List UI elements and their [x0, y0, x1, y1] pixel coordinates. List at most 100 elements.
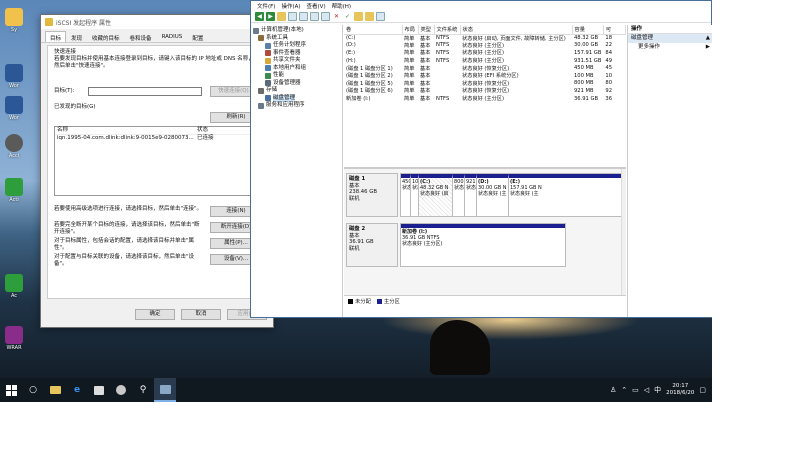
table-row[interactable]: (C:) 简单 基本 NTFS 状态良好 (启动, 页面文件, 故障转储, 主分区) 48…	[344, 34, 626, 42]
storage-icon	[258, 87, 264, 94]
settings-icon[interactable]	[376, 12, 385, 21]
tree-item-system-tools[interactable]: 系统工具	[253, 35, 340, 43]
back-icon[interactable]: ◀	[255, 12, 264, 21]
partition[interactable]: 450 M 状态良	[401, 174, 411, 216]
app-icon	[5, 178, 23, 196]
delete-icon[interactable]: ✕	[332, 12, 341, 21]
up-folder-icon[interactable]	[277, 12, 286, 21]
folder-open-icon[interactable]	[354, 12, 363, 21]
start-button[interactable]	[0, 378, 22, 402]
table-row[interactable]: (磁盘 1 磁盘分区 1) 简单 基本 状态良好 (恢复分区) 450 MB 45	[344, 64, 626, 72]
partition-e[interactable]: (E:) 157.91 GB N 状态良好 (主	[509, 174, 623, 216]
column-capacity[interactable]: 容量	[572, 25, 604, 35]
column-free[interactable]: 可	[603, 25, 626, 35]
tab-discovery[interactable]: 发现	[66, 31, 87, 42]
tab-favorite-targets[interactable]: 收藏的目标	[87, 31, 125, 42]
search-app-taskbar-button[interactable]: ⚲	[132, 378, 154, 402]
disk-status: 联机	[349, 245, 360, 252]
store-taskbar-button[interactable]	[88, 378, 110, 402]
chevron-up-icon[interactable]: ⌃	[621, 386, 627, 394]
tree-item-computer-management[interactable]: 计算机管理(本地)	[253, 27, 340, 35]
table-row[interactable]: (磁盘 1 磁盘分区 2) 简单 基本 状态良好 (EFI 系统分区) 100 MB 10	[344, 72, 626, 80]
computer-management-taskbar-button[interactable]	[154, 378, 176, 402]
column-filesystem[interactable]: 文件系统	[434, 25, 461, 35]
tree-item-storage[interactable]: 存储	[253, 87, 340, 95]
dialog-titlebar[interactable]: iSCSI 发起程序 属性	[41, 15, 273, 29]
tree-item-device-manager[interactable]: 设备管理器	[253, 80, 340, 88]
column-layout[interactable]: 布局	[402, 25, 419, 35]
menu-action[interactable]: 操作(A)	[281, 2, 300, 10]
help-icon[interactable]	[310, 12, 319, 21]
column-type[interactable]: 类型	[418, 25, 435, 35]
column-status[interactable]: 状态	[460, 25, 573, 35]
user-icon[interactable]: ♙	[610, 386, 616, 394]
desktop-icon[interactable]: Wor	[2, 96, 26, 121]
desktop-icon[interactable]: Wor	[2, 64, 26, 89]
edge-taskbar-button[interactable]: e	[66, 378, 88, 402]
disk-info[interactable]: 磁盘 2 基本 36.91 GB 联机	[346, 223, 398, 267]
app-taskbar-button[interactable]	[110, 378, 132, 402]
desktop-icon[interactable]: Sy	[2, 8, 26, 33]
table-row[interactable]: (H:) 简单 基本 NTFS 状态良好 (主分区) 931.51 GB 49	[344, 57, 626, 65]
ok-button[interactable]: 确定	[135, 309, 175, 320]
quick-connect-description: 若要发现目标并使用基本连接登录到目标，请键入该目标的 IP 地址或 DNS 名称…	[54, 56, 254, 69]
tree-item-event-viewer[interactable]: 事件查看器	[253, 50, 340, 58]
layout-cell: 简单	[404, 58, 415, 65]
menu-file[interactable]: 文件(F)	[257, 2, 275, 10]
clock[interactable]: 20:17 2018/6/20	[666, 383, 694, 397]
network-icon[interactable]: ▭	[632, 386, 639, 394]
tab-radius[interactable]: RADIUS	[157, 31, 188, 42]
discovered-targets-list[interactable]: 名称 状态 iqn.1995-04.com.dlink:dlink:9-0015…	[54, 126, 262, 196]
partition-i[interactable]: 新加卷 (I:) 36.91 GB NTFS 状态良好 (主分区)	[401, 224, 565, 266]
disk-view-scrollbar[interactable]	[621, 169, 626, 295]
table-row[interactable]: (磁盘 1 磁盘分区 6) 简单 基本 状态良好 (恢复分区) 921 MB 92	[344, 87, 626, 95]
file-explorer-taskbar-button[interactable]	[44, 378, 66, 402]
actions-disk-management[interactable]: 磁盘管理 ▲	[628, 34, 712, 43]
partition-d[interactable]: (D:) 30.00 GB N 状态良好 (主	[477, 174, 509, 216]
tab-targets[interactable]: 目标	[45, 31, 67, 42]
desktop-icon[interactable]: Acti	[2, 178, 26, 203]
cancel-button[interactable]: 取消	[181, 309, 221, 320]
tree-item-task-scheduler[interactable]: 任务计划程序	[253, 42, 340, 50]
volume-icon[interactable]: ◁	[644, 386, 649, 394]
show-tree-icon[interactable]	[288, 12, 297, 21]
tab-configuration[interactable]: 配置	[187, 31, 208, 42]
tab-volumes-devices[interactable]: 卷和设备	[125, 31, 157, 42]
desktop-icon[interactable]: Ac	[2, 274, 26, 299]
partition[interactable]: 921 M 状态良	[465, 174, 477, 216]
partition[interactable]: 800 M 状态良	[453, 174, 465, 216]
tree-item-shared-folders[interactable]: 共享文件夹	[253, 57, 340, 65]
search-taskbar-button[interactable]: ○	[22, 378, 44, 402]
partition-c[interactable]: (C:) 48.32 GB N 状态良好 (启	[419, 174, 453, 216]
disk-info[interactable]: 磁盘 1 基本 238.46 GB 联机	[346, 173, 398, 217]
table-row[interactable]: (E:) 简单 基本 NTFS 状态良好 (主分区) 157.91 GB 84	[344, 49, 626, 57]
desktop-icon[interactable]: WRAR	[2, 326, 26, 351]
tree-item-services-apps[interactable]: 服务和应用程序	[253, 102, 340, 110]
volume-cell: (磁盘 1 磁盘分区 5)	[346, 80, 393, 87]
table-row[interactable]: (磁盘 1 磁盘分区 5) 简单 基本 状态良好 (恢复分区) 800 MB 80	[344, 80, 626, 88]
column-name[interactable]: 名称	[55, 127, 195, 134]
tree-item-performance[interactable]: 性能	[253, 72, 340, 80]
tree-item-local-users[interactable]: 本地用户和组	[253, 65, 340, 73]
table-row[interactable]: 新加卷 (I:) 简单 基本 NTFS 状态良好 (主分区) 36.91 GB 36	[344, 95, 626, 103]
properties-icon[interactable]	[299, 12, 308, 21]
list-item[interactable]: iqn.1995-04.com.dlink:dlink:9-0015e9-028…	[55, 135, 261, 143]
ime-icon[interactable]: 中	[654, 385, 661, 395]
search-icon[interactable]	[365, 12, 374, 21]
menu-help[interactable]: 帮助(H)	[332, 2, 351, 10]
notification-icon[interactable]: ▢	[699, 386, 706, 394]
app-icon	[5, 134, 23, 152]
tree-item-disk-management[interactable]: 磁盘管理	[253, 94, 340, 102]
list-view-icon[interactable]	[321, 12, 330, 21]
table-row[interactable]: (D:) 简单 基本 NTFS 状态良好 (主分区) 30.00 GB 22	[344, 42, 626, 50]
partition[interactable]: 100 状态	[411, 174, 419, 216]
column-volume[interactable]: 卷	[344, 25, 403, 35]
actions-more[interactable]: 更多操作 ▶	[628, 43, 712, 52]
collapse-icon[interactable]: ▲	[706, 34, 710, 43]
target-input[interactable]	[88, 87, 202, 96]
menu-view[interactable]: 查看(V)	[307, 2, 326, 10]
check-icon[interactable]: ✓	[343, 12, 352, 21]
column-status[interactable]: 状态	[195, 127, 208, 134]
forward-icon[interactable]: ▶	[266, 12, 275, 21]
desktop-icon[interactable]: Acci	[2, 134, 26, 159]
